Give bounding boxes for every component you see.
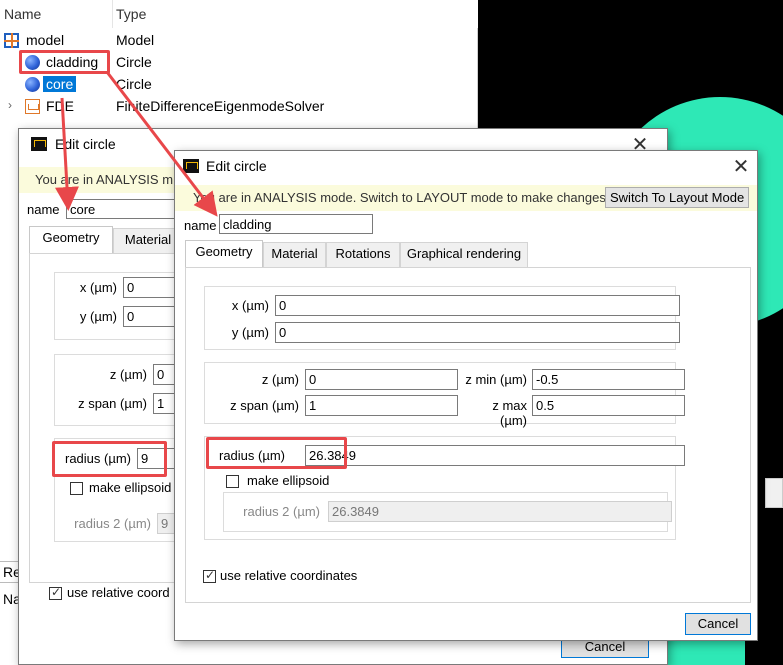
column-header-name[interactable]: Name [4,6,41,22]
tree-item-type: FiniteDifferenceEigenmodeSolver [116,98,325,114]
screen: Name Type model Model cladding Circle co… [0,0,783,665]
geometry-panel: x (µm) 0 y (µm) 0 z (µm) 0 z min (µm) -0… [185,267,751,603]
highlight-cladding-tree-item [19,50,110,74]
make-ellipsoid-label: make ellipsoid [247,473,330,488]
z-group: z (µm) 0 z min (µm) -0.5 z span (µm) 1 z… [204,362,685,428]
use-relative-coordinates-checkbox[interactable] [49,585,62,600]
make-ellipsoid-label: make ellipsoid [89,480,172,495]
tab-material[interactable]: Material [263,242,326,267]
highlight-core-radius [52,441,167,477]
app-logo-icon [31,137,47,151]
radius-field[interactable]: 26.3849 [305,445,685,466]
tree-item-name-selected: core [43,76,77,92]
tab-rotations[interactable]: Rotations [326,242,400,267]
tab-geometry[interactable]: Geometry [29,226,113,253]
radius2-subgroup: radius 2 (µm) 26.3849 [223,492,672,532]
banner-text: You are in ANALYSIS mode. Switch to LAYO… [193,190,610,205]
banner-text: You are in ANALYSIS m [35,172,174,187]
y-label: y (µm) [79,309,117,324]
dialog-title: Edit circle [55,136,116,152]
analysis-mode-banner: You are in ANALYSIS mode. Switch to LAYO… [175,185,757,211]
tab-material[interactable]: Material [113,228,183,253]
zspan-field[interactable]: 1 [305,395,458,416]
zmax-field[interactable]: 0.5 [532,395,685,416]
app-logo-icon [183,159,199,173]
circle-object-icon [25,77,40,92]
zmax-label: z max (µm) [492,398,527,428]
x-field[interactable]: 0 [275,295,680,316]
dialog-title: Edit circle [206,158,267,174]
tree-row-fde[interactable]: › FDE FiniteDifferenceEigenmodeSolver [0,96,478,118]
fde-solver-icon [25,99,40,114]
tab-graphical-rendering[interactable]: Graphical rendering [400,242,528,267]
tree-item-type: Circle [116,76,152,92]
y-label: y (µm) [231,325,269,340]
z-label: z (µm) [261,372,299,387]
tree-item-name: FDE [46,98,74,114]
tree-row-model[interactable]: model Model [0,30,478,52]
highlight-cladding-radius [206,437,347,469]
make-ellipsoid-checkbox[interactable] [70,482,83,495]
tree-item-type: Circle [116,54,152,70]
name-field[interactable]: cladding [219,214,373,234]
radius2-field[interactable]: 26.3849 [328,501,672,522]
z-field[interactable]: 0 [305,369,458,390]
tab-geometry[interactable]: Geometry [185,240,263,267]
x-label: x (µm) [79,280,117,295]
close-icon[interactable]: ✕ [730,154,752,179]
zmin-label: z min (µm) [465,372,527,387]
tree-item-type: Model [116,32,155,48]
z-label: z (µm) [109,367,147,382]
tree-header: Name Type [0,0,478,28]
zspan-label: z span (µm) [230,398,299,413]
radius2-label: radius 2 (µm) [243,504,320,519]
use-relative-coordinates-label: use relative coord [67,585,170,600]
background-window-edge [765,478,783,508]
model-icon [4,33,19,48]
radius2-label: radius 2 (µm) [74,516,151,531]
xy-group: x (µm) 0 y (µm) 0 [204,286,680,350]
switch-to-layout-mode-button[interactable]: Switch To Layout Mode [605,187,750,208]
tree-row-core[interactable]: core Circle [0,74,478,96]
zmin-field[interactable]: -0.5 [532,369,685,390]
use-relative-coordinates-label: use relative coordinates [220,568,358,583]
zspan-label: z span (µm) [78,396,147,411]
name-label: name [184,218,217,233]
chevron-right-icon[interactable]: › [8,98,12,112]
x-label: x (µm) [231,298,269,313]
cancel-button[interactable]: Cancel [685,613,751,635]
use-relative-coordinates-checkbox[interactable] [203,568,216,583]
edit-circle-dialog-cladding: Edit circle ✕ You are in ANALYSIS mode. … [174,150,758,641]
name-label: name [27,202,60,217]
column-separator[interactable] [112,0,113,28]
y-field[interactable]: 0 [275,322,680,343]
dialog-titlebar[interactable]: Edit circle ✕ [175,151,757,181]
make-ellipsoid-checkbox[interactable] [226,475,239,488]
column-header-type[interactable]: Type [116,6,146,22]
tree-item-name: model [26,32,65,48]
